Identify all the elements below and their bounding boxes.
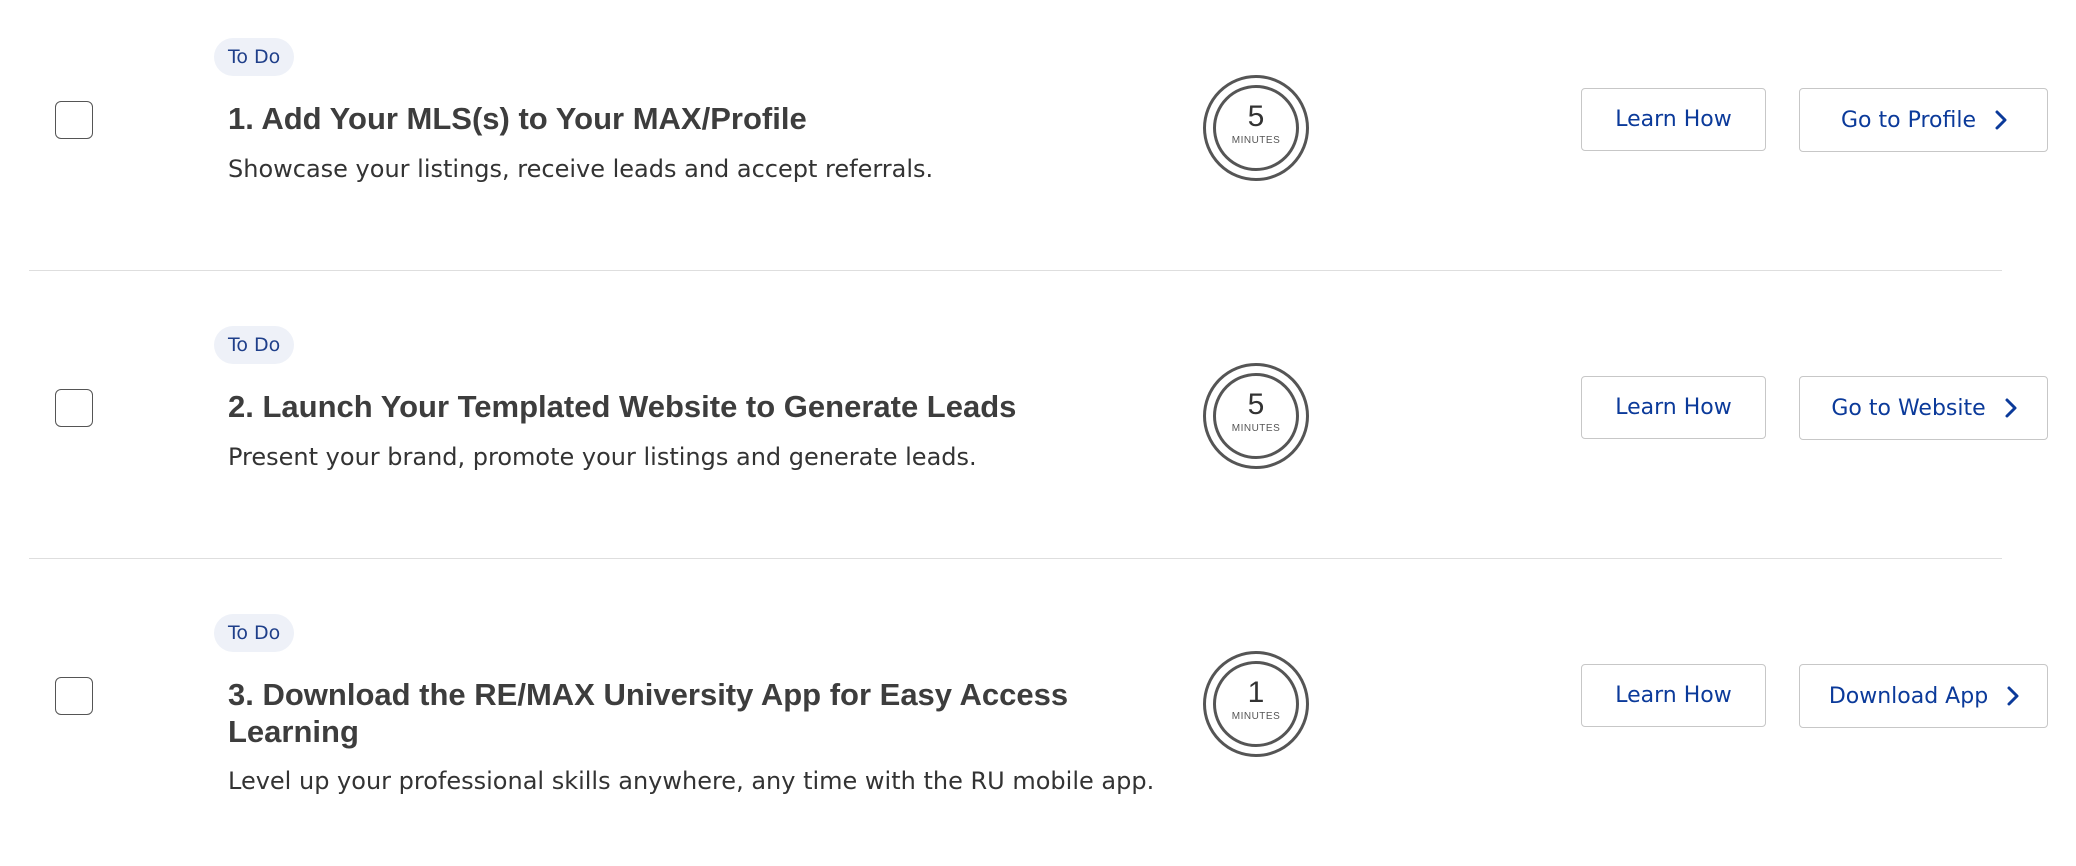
task-3-minutes-label: MINUTES — [1231, 711, 1281, 722]
task-2-learn-how-button[interactable]: Learn How — [1581, 376, 1766, 439]
task-1-timer-icon: 5 MINUTES — [1203, 75, 1309, 181]
task-1-minutes-value: 5 — [1247, 100, 1265, 133]
task-2-timer-inner: 5 MINUTES — [1213, 373, 1299, 459]
chevron-right-icon — [1995, 110, 2007, 130]
task-3-minutes-value: 1 — [1247, 676, 1265, 709]
task-2-action-label: Go to Website — [1831, 395, 1986, 421]
task-2-minutes-value: 5 — [1247, 388, 1265, 421]
task-2-description: Present your brand, promote your listing… — [228, 443, 977, 471]
task-3-description: Level up your professional skills anywhe… — [228, 767, 1155, 795]
task-2-go-to-website-button[interactable]: Go to Website — [1799, 376, 2048, 440]
task-1-minutes-label: MINUTES — [1231, 135, 1281, 146]
task-3-title: 3. Download the RE/MAX University App fo… — [228, 677, 1069, 749]
task-1-action-label: Go to Profile — [1841, 107, 1976, 133]
task-divider-1 — [29, 270, 2002, 271]
task-1-go-to-profile-button[interactable]: Go to Profile — [1799, 88, 2048, 152]
task-1-description: Showcase your listings, receive leads an… — [228, 155, 934, 183]
task-2-minutes-label: MINUTES — [1231, 423, 1281, 434]
task-3-checkbox[interactable] — [55, 677, 93, 715]
task-2-status-badge: To Do — [214, 326, 295, 364]
task-1-title: 1. Add Your MLS(s) to Your MAX/Profile — [228, 101, 807, 136]
task-2-checkbox[interactable] — [55, 389, 93, 427]
task-2-timer-icon: 5 MINUTES — [1203, 363, 1309, 469]
task-row-1: To Do 1. Add Your MLS(s) to Your MAX/Pro… — [0, 0, 2076, 290]
task-1-timer-inner: 5 MINUTES — [1213, 85, 1299, 171]
task-3-action-label: Download App — [1828, 683, 1989, 709]
task-divider-2 — [29, 558, 2002, 559]
chevron-right-icon — [2007, 686, 2019, 706]
task-row-2: To Do 2. Launch Your Templated Website t… — [0, 288, 2076, 578]
task-1-status-badge: To Do — [214, 38, 295, 76]
task-1-learn-how-button[interactable]: Learn How — [1581, 88, 1766, 151]
task-3-download-app-button[interactable]: Download App — [1799, 664, 2048, 728]
task-3-status-badge: To Do — [214, 614, 295, 652]
task-row-3: To Do 3. Download the RE/MAX University … — [0, 576, 2076, 866]
task-3-timer-icon: 1 MINUTES — [1203, 651, 1309, 757]
task-3-timer-inner: 1 MINUTES — [1213, 661, 1299, 747]
task-3-learn-how-button[interactable]: Learn How — [1581, 664, 1766, 727]
task-1-checkbox[interactable] — [55, 101, 93, 139]
chevron-right-icon — [2005, 398, 2017, 418]
task-2-title: 2. Launch Your Templated Website to Gene… — [228, 389, 1017, 424]
